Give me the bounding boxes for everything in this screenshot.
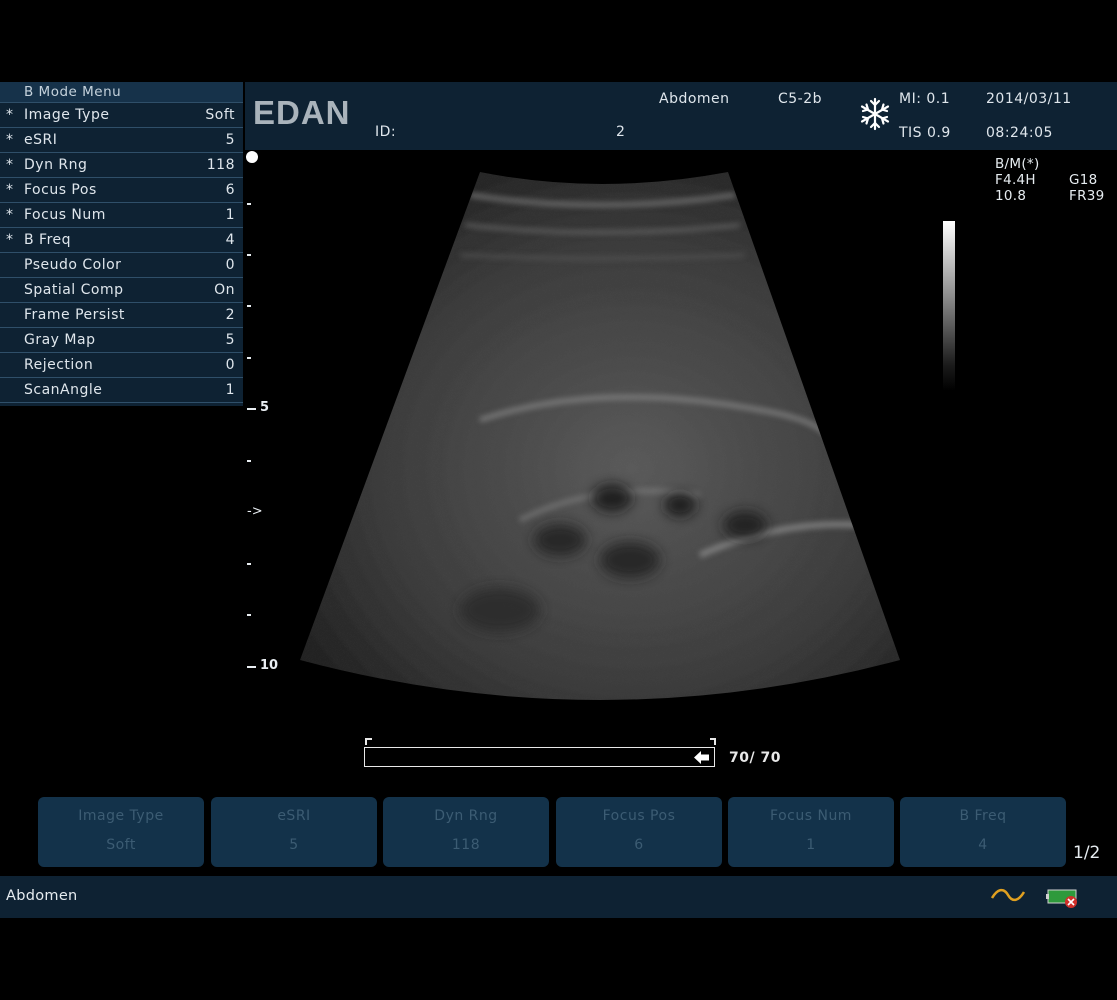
softkey-label: Dyn Rng (434, 808, 498, 824)
softkey-dyn-rng[interactable]: Dyn Rng 118 (383, 797, 549, 867)
focus-position-marker: -> (247, 504, 263, 519)
softkey-value: 5 (289, 837, 299, 853)
depth-label-10: 10 (260, 658, 279, 673)
softkey-page-indicator[interactable]: 1/2 (1073, 843, 1100, 863)
softkey-label: Focus Num (770, 808, 852, 824)
softkey-label: Image Type (78, 808, 164, 824)
softkey-focus-pos[interactable]: Focus Pos 6 (556, 797, 722, 867)
softkey-focus-num[interactable]: Focus Num 1 (728, 797, 894, 867)
depth-scale (246, 151, 258, 668)
mode-indicator: B/M(*) (995, 156, 1040, 172)
gain-value: G18 (1069, 172, 1098, 188)
depth-label-5: 5 (260, 400, 270, 415)
frequency-value: F4.4H (995, 172, 1036, 188)
focus-top-marker (246, 151, 258, 163)
frame-rate-value: FR39 (1069, 188, 1105, 204)
cine-frame-count: 70/ 70 (729, 750, 781, 766)
softkey-value: Soft (106, 837, 136, 853)
ac-power-icon (990, 888, 1026, 902)
grayscale-bar (943, 221, 955, 391)
softkey-label: Focus Pos (602, 808, 676, 824)
softkey-value: 4 (978, 837, 988, 853)
battery-error-icon (1046, 889, 1077, 908)
softkey-value: 6 (634, 837, 644, 853)
softkey-esri[interactable]: eSRI 5 (211, 797, 377, 867)
softkey-value: 118 (451, 837, 481, 853)
softkey-label: B Freq (959, 808, 1007, 824)
depth-value: 10.8 (995, 188, 1027, 204)
softkey-b-freq[interactable]: B Freq 4 (900, 797, 1066, 867)
softkey-value: 1 (806, 837, 816, 853)
softkey-label: eSRI (277, 808, 311, 824)
cine-handle-icon[interactable] (694, 750, 712, 765)
status-exam-type: Abdomen (6, 888, 78, 904)
softkey-image-type[interactable]: Image Type Soft (38, 797, 204, 867)
cine-progress-bar[interactable] (364, 747, 715, 767)
status-bar: Abdomen (0, 876, 1117, 918)
